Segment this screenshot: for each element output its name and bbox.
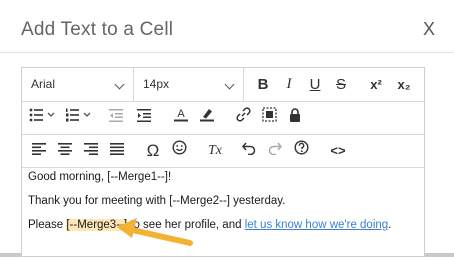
add-text-dialog: Add Text to a Cell X Arial 14px B I U S …	[0, 0, 454, 257]
annotation-arrow-icon	[117, 218, 193, 246]
